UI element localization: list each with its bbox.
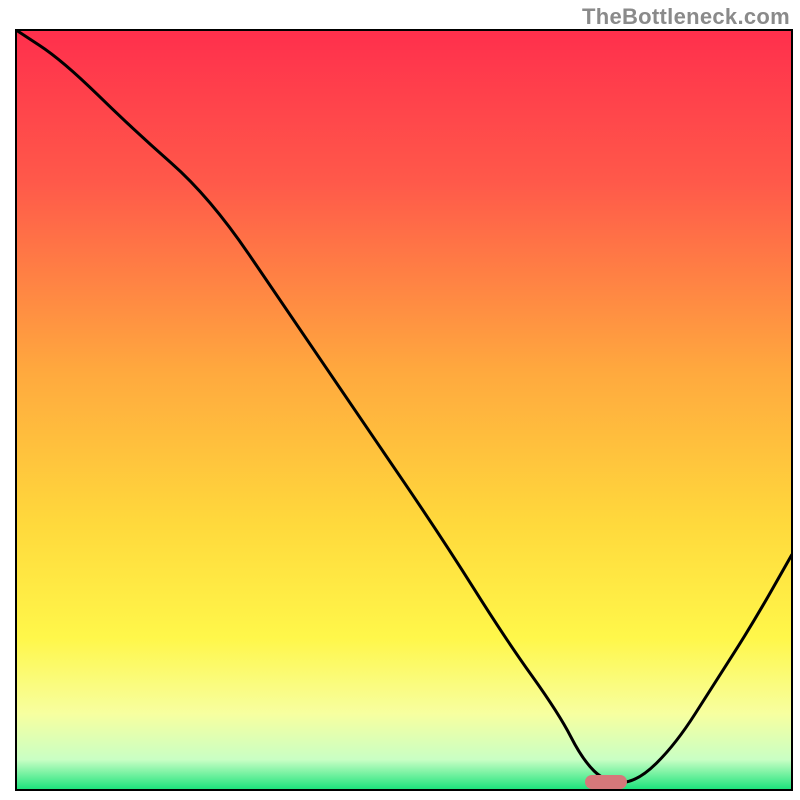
chart-svg [0,0,800,800]
gradient-background [16,30,792,790]
optimal-marker [585,775,627,789]
chart-stage: TheBottleneck.com [0,0,800,800]
